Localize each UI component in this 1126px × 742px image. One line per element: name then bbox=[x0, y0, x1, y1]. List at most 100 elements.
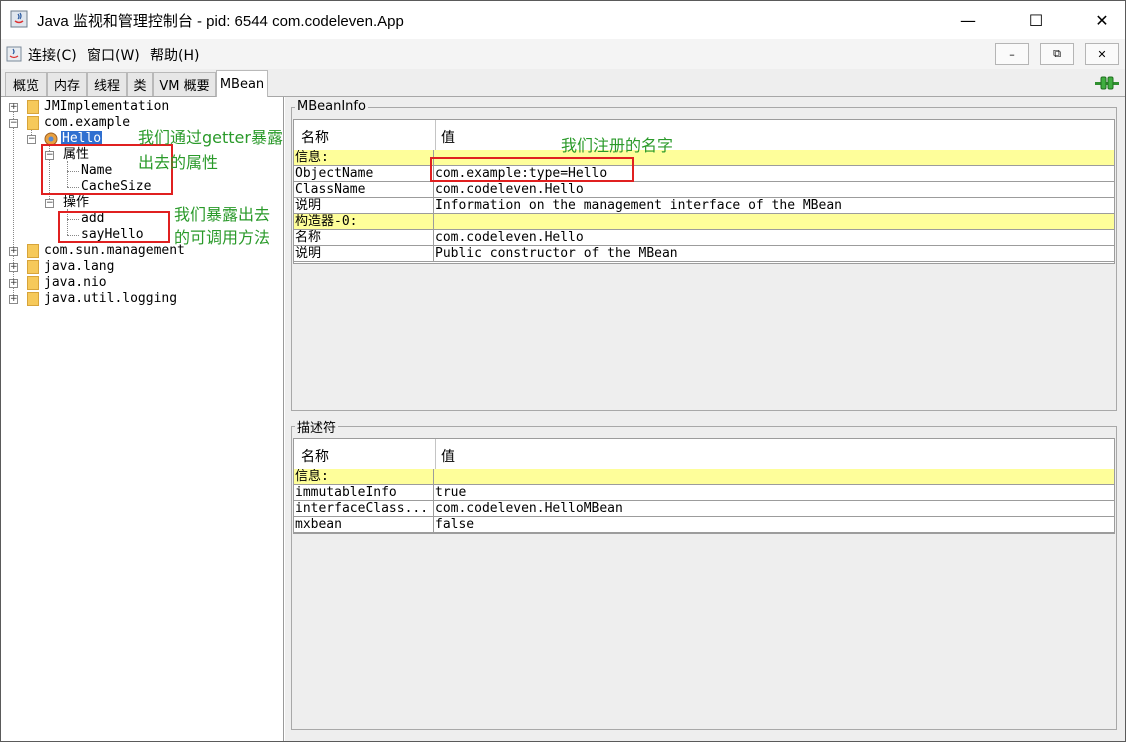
tree-node-jmimplementation[interactable]: JMImplementation bbox=[44, 99, 169, 115]
tree-node-java-nio[interactable]: java.nio bbox=[44, 275, 107, 291]
cell-divider bbox=[433, 198, 434, 214]
java-app-icon bbox=[10, 10, 28, 28]
tab-vm-summary[interactable]: VM 概要 bbox=[153, 72, 216, 96]
cell-value: com.codeleven.Hello bbox=[435, 182, 584, 197]
table-row[interactable]: 说明 Public constructor of the MBean bbox=[294, 246, 1114, 262]
table-section-row[interactable]: 信息: bbox=[294, 150, 1114, 166]
inner-close-icon: ✕ bbox=[1097, 47, 1107, 61]
folder-icon bbox=[27, 100, 39, 114]
cell-value bbox=[435, 469, 1113, 484]
descriptor-table: 名称 值 信息: immutableInfo true interfaceClass.… bbox=[293, 438, 1115, 534]
annotation-operations-box bbox=[58, 211, 170, 243]
table-row[interactable]: 说明 Information on the management interfac… bbox=[294, 198, 1114, 214]
expand-java-util-logging[interactable]: + bbox=[9, 295, 18, 304]
collapse-hello[interactable]: − bbox=[27, 135, 36, 144]
mbeaninfo-label: MBeanInfo bbox=[295, 99, 368, 114]
column-header-value[interactable]: 值 bbox=[441, 127, 455, 147]
java-menu-icon[interactable] bbox=[6, 46, 22, 62]
table-row[interactable]: interfaceClass... com.codeleven.HelloMBea… bbox=[294, 501, 1114, 517]
tree-node-java-lang[interactable]: java.lang bbox=[44, 259, 114, 275]
folder-icon bbox=[27, 260, 39, 274]
menu-bar: 连接(C) 窗口(W) 帮助(H) – ⧉ ✕ bbox=[1, 39, 1125, 69]
expand-java-nio[interactable]: + bbox=[9, 279, 18, 288]
menu-help[interactable]: 帮助(H) bbox=[150, 45, 199, 65]
maximize-button[interactable]: ☐ bbox=[1013, 1, 1059, 39]
column-header-name[interactable]: 名称 bbox=[301, 446, 329, 466]
annotation-objectname-box bbox=[430, 157, 634, 182]
table-row[interactable]: 名称 com.codeleven.Hello bbox=[294, 230, 1114, 246]
tree-node-com-example[interactable]: com.example bbox=[44, 115, 130, 131]
cell-name: 说明 bbox=[295, 198, 322, 213]
table-row[interactable]: ClassName com.codeleven.Hello bbox=[294, 182, 1114, 198]
annotation-ops-line2: 的可调用方法 bbox=[174, 228, 271, 247]
cell-name: 名称 bbox=[295, 230, 322, 245]
minimize-button[interactable]: — bbox=[945, 1, 991, 39]
annotation-registered-name: 我们注册的名字 bbox=[561, 136, 674, 155]
table-row[interactable]: immutableInfo true bbox=[294, 485, 1114, 501]
cell-value bbox=[435, 214, 1113, 229]
window-title: Java 监视和管理控制台 - pid: 6544 com.codeleven.… bbox=[37, 13, 404, 30]
tab-overview[interactable]: 概览 bbox=[5, 72, 47, 96]
maximize-icon: ☐ bbox=[1028, 10, 1044, 30]
folder-icon bbox=[27, 292, 39, 306]
annotation-getter-line2: 出去的属性 bbox=[138, 153, 219, 172]
cell-value: false bbox=[435, 517, 475, 532]
close-button[interactable]: ✕ bbox=[1079, 1, 1125, 39]
inner-restore-icon: ⧉ bbox=[1053, 47, 1061, 60]
cell-value: com.codeleven.HelloMBean bbox=[435, 501, 623, 516]
collapse-operations[interactable]: − bbox=[45, 199, 54, 208]
column-divider[interactable] bbox=[435, 120, 436, 150]
cell-divider bbox=[433, 182, 434, 198]
table-row[interactable]: ObjectName com.example:type=Hello bbox=[294, 166, 1114, 182]
connection-status-icon bbox=[1095, 76, 1119, 90]
table-header: 名称 值 bbox=[294, 439, 1114, 470]
tree-node-java-util-logging[interactable]: java.util.logging bbox=[44, 291, 177, 307]
cell-name: 信息: bbox=[295, 150, 329, 165]
cell-name: ClassName bbox=[295, 182, 366, 197]
column-divider[interactable] bbox=[435, 439, 436, 469]
cell-value: Information on the management interface … bbox=[435, 198, 842, 213]
table-section-row[interactable]: 构造器-0: bbox=[294, 214, 1114, 230]
collapse-com-example[interactable]: − bbox=[9, 119, 18, 128]
column-header-name[interactable]: 名称 bbox=[301, 127, 329, 147]
cell-name: 构造器-0: bbox=[295, 214, 358, 229]
cell-divider bbox=[433, 230, 434, 246]
inner-close-button[interactable]: ✕ bbox=[1085, 43, 1119, 65]
tab-classes[interactable]: 类 bbox=[127, 72, 153, 96]
inner-minimize-button[interactable]: – bbox=[995, 43, 1029, 65]
tree-node-com-sun-management[interactable]: com.sun.management bbox=[44, 243, 185, 259]
table-row[interactable]: mxbean false bbox=[294, 517, 1114, 533]
cell-name: immutableInfo bbox=[295, 485, 397, 500]
mbean-tree-panel: + JMImplementation − com.example − Hello… bbox=[1, 97, 284, 741]
tab-bar: 概览 内存 线程 类 VM 概要 MBean bbox=[1, 69, 1125, 97]
annotation-ops-line1: 我们暴露出去 bbox=[174, 205, 271, 224]
menu-window[interactable]: 窗口(W) bbox=[87, 45, 140, 65]
cell-name: ObjectName bbox=[295, 166, 374, 181]
descriptor-label: 描述符 bbox=[295, 417, 339, 436]
tree-node-operations[interactable]: 操作 bbox=[63, 195, 89, 211]
tab-memory[interactable]: 内存 bbox=[47, 72, 87, 96]
expand-java-lang[interactable]: + bbox=[9, 263, 18, 272]
tree-line bbox=[13, 111, 14, 301]
expand-com-sun-management[interactable]: + bbox=[9, 247, 18, 256]
cell-divider bbox=[433, 469, 434, 485]
expand-jmimplementation[interactable]: + bbox=[9, 103, 18, 112]
mbean-detail-panel: MBeanInfo 名称 值 信息: ObjectName com.example:… bbox=[285, 97, 1125, 741]
table-header: 名称 值 bbox=[294, 120, 1114, 151]
mbeaninfo-table: 名称 值 信息: ObjectName com.example:type=Hello… bbox=[293, 119, 1115, 264]
tab-mbean[interactable]: MBean bbox=[216, 70, 268, 97]
annotation-getter-line1: 我们通过getter暴露 bbox=[138, 128, 283, 147]
cell-divider bbox=[433, 246, 434, 262]
cell-value: com.codeleven.Hello bbox=[435, 230, 584, 245]
cell-divider bbox=[433, 517, 434, 533]
cell-divider bbox=[433, 501, 434, 517]
tab-threads[interactable]: 线程 bbox=[87, 72, 127, 96]
cell-value: Public constructor of the MBean bbox=[435, 246, 678, 261]
folder-icon bbox=[27, 116, 39, 130]
inner-restore-button[interactable]: ⧉ bbox=[1040, 43, 1074, 65]
column-header-value[interactable]: 值 bbox=[441, 446, 455, 466]
cell-name: interfaceClass... bbox=[295, 501, 429, 516]
menu-connection[interactable]: 连接(C) bbox=[28, 45, 77, 65]
table-section-row[interactable]: 信息: bbox=[294, 469, 1114, 485]
cell-name: mxbean bbox=[295, 517, 342, 532]
